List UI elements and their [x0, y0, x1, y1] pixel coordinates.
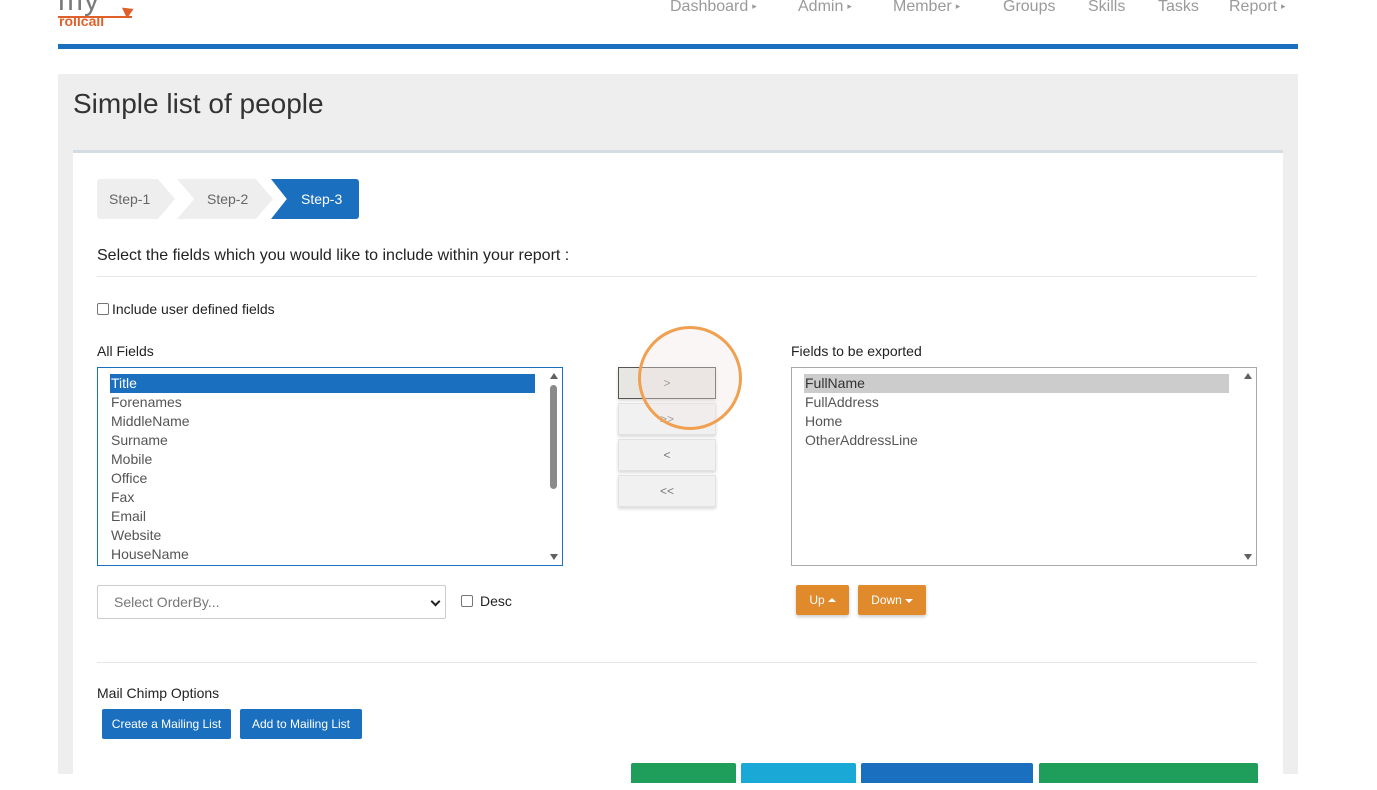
orderby-select[interactable]: Select OrderBy...	[97, 585, 446, 619]
nav-tasks-label: Tasks	[1158, 0, 1199, 15]
scroll-up-arrow-icon[interactable]	[1244, 373, 1252, 379]
nav-report[interactable]: Report ▸	[1229, 0, 1286, 16]
move-up-button[interactable]: Up	[796, 585, 849, 615]
instruction-text: Select the fields which you would like t…	[97, 247, 570, 264]
nav-groups-label: Groups	[1003, 0, 1056, 15]
orderby-select-value: Select OrderBy...	[114, 594, 220, 610]
list-item[interactable]: FullName	[804, 374, 1229, 393]
create-mailing-list-button[interactable]: Create a Mailing List	[102, 709, 231, 739]
list-item[interactable]: Title	[110, 374, 535, 393]
desc-label: Desc	[480, 593, 512, 609]
move-up-label: Up	[809, 593, 825, 607]
step-1-tab[interactable]: Step-1	[97, 179, 175, 219]
step-2-tab[interactable]: Step-2	[177, 179, 273, 219]
export-fields-items: FullName FullAddress Home OtherAddressLi…	[804, 374, 1229, 450]
nav-report-label: Report	[1229, 0, 1278, 15]
desc-option: Desc	[461, 593, 512, 609]
step-3-tab[interactable]: Step-3	[271, 179, 359, 219]
footer-action-button-1[interactable]	[631, 763, 736, 783]
nav-admin-label: Admin	[798, 0, 844, 15]
footer-action-button-3[interactable]	[861, 763, 1033, 783]
list-item[interactable]: HouseName	[110, 545, 535, 564]
list-item[interactable]: MiddleName	[110, 412, 535, 431]
move-all-right-button[interactable]: >>	[618, 403, 716, 435]
move-down-label: Down	[871, 593, 902, 607]
move-selected-left-button[interactable]: <	[618, 439, 716, 471]
list-item[interactable]: FullAddress	[804, 393, 1229, 412]
mailchimp-options-label: Mail Chimp Options	[97, 685, 220, 701]
nav-skills-label: Skills	[1088, 0, 1126, 15]
scroll-thumb[interactable]	[550, 385, 557, 489]
caret-right-icon: ▸	[847, 1, 852, 11]
caret-right-icon: ▸	[1281, 1, 1286, 11]
nav-tasks[interactable]: Tasks	[1158, 0, 1199, 16]
scroll-down-arrow-icon[interactable]	[1244, 554, 1252, 560]
top-nav: Dashboard ▸ Admin ▸ Member ▸ Groups Skills …	[0, 0, 1377, 22]
caret-down-icon	[904, 599, 913, 603]
export-fields-listbox[interactable]: FullName FullAddress Home OtherAddressLi…	[791, 367, 1257, 566]
list-item[interactable]: Office	[110, 469, 535, 488]
nav-skills[interactable]: Skills	[1088, 0, 1125, 16]
nav-dashboard[interactable]: Dashboard ▸	[670, 0, 757, 16]
export-fields-label: Fields to be exported	[791, 343, 922, 359]
caret-right-icon: ▸	[955, 1, 961, 11]
desc-checkbox[interactable]	[461, 595, 473, 607]
caret-up-icon	[827, 598, 836, 602]
list-item[interactable]: Forenames	[110, 393, 535, 412]
list-item[interactable]: OtherAddressLine	[804, 431, 1229, 450]
move-all-left-button[interactable]: <<	[618, 475, 716, 507]
include-udf-option: Include user defined fields	[97, 301, 275, 317]
report-wizard-card: Step-1 Step-2 Step-3 Select the fields w…	[73, 150, 1283, 790]
all-fields-label: All Fields	[97, 343, 154, 359]
footer-action-button-4[interactable]	[1039, 763, 1258, 783]
move-selected-right-button[interactable]: >	[618, 367, 716, 399]
all-fields-items: Title Forenames MiddleName Surname Mobil…	[110, 374, 535, 564]
header-divider-bar	[58, 44, 1298, 49]
chevron-down-icon	[430, 596, 441, 607]
scroll-up-arrow-icon[interactable]	[550, 373, 558, 379]
scroll-down-arrow-icon[interactable]	[550, 554, 558, 560]
divider	[97, 662, 1257, 663]
add-to-mailing-list-button[interactable]: Add to Mailing List	[240, 709, 362, 739]
caret-right-icon: ▸	[752, 1, 757, 11]
nav-member-label: Member	[893, 0, 952, 15]
list-item[interactable]: Email	[110, 507, 535, 526]
page-title: Simple list of people	[73, 88, 324, 119]
list-item[interactable]: Surname	[110, 431, 535, 450]
nav-dashboard-label: Dashboard	[670, 0, 749, 15]
nav-member[interactable]: Member ▸	[893, 0, 960, 16]
list-item[interactable]: Website	[110, 526, 535, 545]
list-item[interactable]: Fax	[110, 488, 535, 507]
footer-action-button-2[interactable]	[741, 763, 856, 783]
include-udf-checkbox[interactable]	[97, 303, 109, 315]
export-fields-scrollbar[interactable]	[1241, 369, 1255, 564]
list-item[interactable]: Mobile	[110, 450, 535, 469]
move-down-button[interactable]: Down	[858, 585, 926, 615]
all-fields-scrollbar[interactable]	[547, 369, 561, 564]
nav-groups[interactable]: Groups	[1003, 0, 1055, 16]
header: my rollcall Dashboard ▸ Admin ▸ Member ▸ Gr…	[0, 0, 1377, 50]
divider	[97, 276, 1257, 277]
all-fields-listbox[interactable]: Title Forenames MiddleName Surname Mobil…	[97, 367, 563, 566]
nav-admin[interactable]: Admin ▸	[798, 0, 852, 16]
list-item[interactable]: Home	[804, 412, 1229, 431]
include-udf-label: Include user defined fields	[112, 301, 275, 317]
main-panel: Simple list of people Step-1 Step-2 Step…	[58, 74, 1298, 790]
